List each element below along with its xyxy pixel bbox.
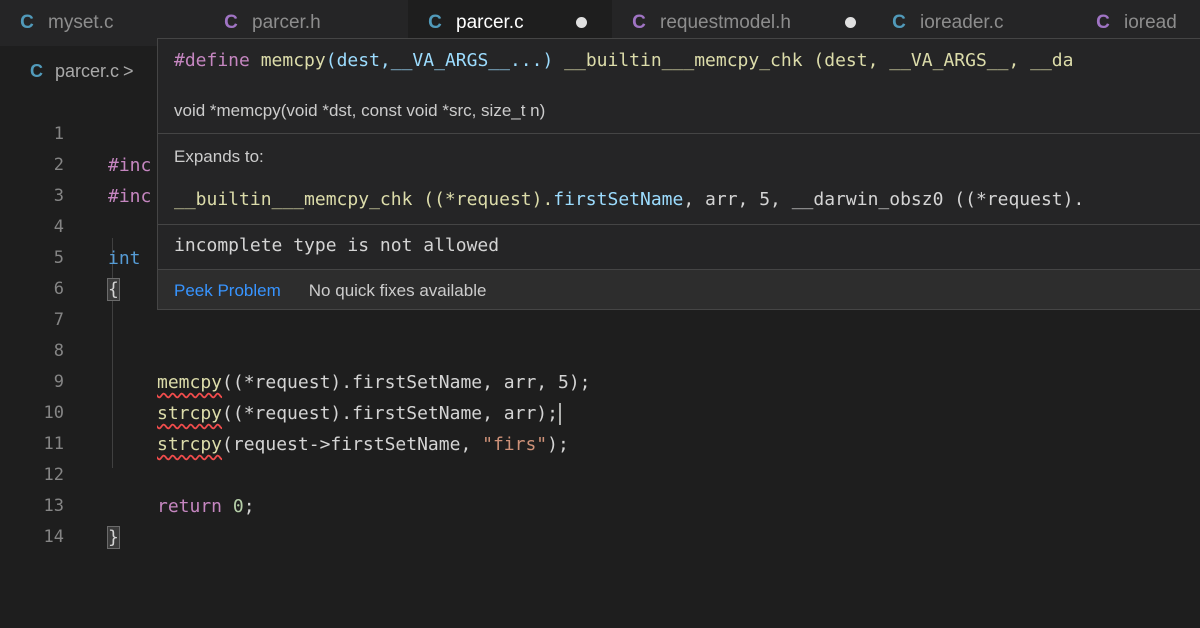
- code-line: 9 strcpy((*request).firstSetName, arr);: [0, 336, 1200, 425]
- code-line: 10 strcpy(request->firstSetName, "firs")…: [0, 367, 1200, 455]
- c-header-file-icon: C: [1096, 12, 1110, 33]
- define-keyword: #define: [174, 50, 250, 71]
- tab-label: parcer.h: [252, 12, 321, 33]
- c-header-file-icon: C: [224, 12, 238, 33]
- c-file-icon: C: [30, 60, 43, 81]
- peek-problem-link[interactable]: Peek Problem: [174, 281, 281, 301]
- line-number: 14: [43, 527, 64, 547]
- tab-label: myset.c: [48, 12, 114, 33]
- unsaved-dot-icon[interactable]: [576, 17, 587, 28]
- tab-label: parcer.c: [456, 12, 524, 33]
- c-file-icon: C: [892, 12, 906, 33]
- unsaved-dot-icon[interactable]: [845, 17, 856, 28]
- code-line: 11: [0, 398, 1200, 454]
- tab-label: ioread: [1124, 12, 1177, 33]
- macro-name: memcpy: [260, 50, 326, 71]
- hover-tooltip: #define memcpy(dest,__VA_ARGS__...) __bu…: [157, 38, 1200, 310]
- c-file-icon: C: [20, 12, 34, 33]
- expands-label: Expands to:: [174, 147, 264, 166]
- tab-label: requestmodel.h: [660, 12, 791, 33]
- c-header-file-icon: C: [632, 12, 646, 33]
- expansion-text: __builtin___memcpy_chk ((*request).: [174, 189, 554, 210]
- c-file-icon: C: [428, 12, 442, 33]
- function-signature: void *memcpy(void *dst, const void *src,…: [174, 101, 546, 120]
- macro-params: (dest,__VA_ARGS__...): [325, 50, 554, 71]
- error-message: incomplete type is not allowed: [174, 235, 500, 256]
- macro-definition: #define memcpy(dest,__VA_ARGS__...) __bu…: [174, 50, 1073, 71]
- code-line: 14: [0, 491, 1200, 547]
- breadcrumb[interactable]: C parcer.c >: [30, 58, 134, 84]
- code-line: 13 }: [0, 460, 1200, 549]
- code-line: 12 return 0;: [0, 429, 1200, 517]
- breadcrumb-separator: >: [123, 60, 134, 81]
- matching-brace: }: [107, 526, 120, 549]
- no-quick-fixes-text: No quick fixes available: [308, 281, 487, 300]
- tab-label: ioreader.c: [920, 12, 1004, 33]
- macro-expansion: __builtin___memcpy_chk ((*request).first…: [174, 189, 1084, 210]
- breadcrumb-file[interactable]: parcer.c: [55, 61, 119, 82]
- divider: [158, 133, 1200, 134]
- expansion-text: , arr, 5, __darwin_obsz0 ((*request).: [683, 189, 1085, 210]
- expansion-field: firstSetName: [553, 189, 684, 210]
- macro-body: __builtin___memcpy_chk (dest, __VA_ARGS_…: [553, 50, 1074, 71]
- hover-status-bar: Peek Problem No quick fixes available: [158, 269, 1200, 309]
- divider: [158, 224, 1200, 225]
